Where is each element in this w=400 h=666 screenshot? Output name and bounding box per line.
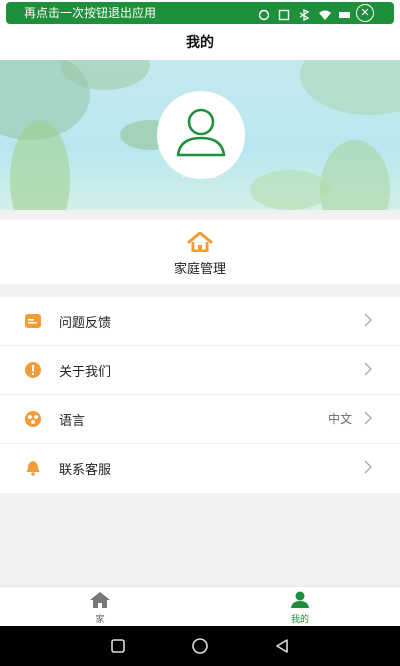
feedback-icon (25, 314, 41, 328)
nav-tab-mine-label: 我的 (290, 615, 309, 625)
alarm-icon (258, 6, 270, 21)
language-value: 中文 (327, 412, 352, 426)
profile-header: 未设置 (0, 60, 400, 210)
status-bar: 再点击一次按钮退出应用 ✕ (0, 0, 400, 30)
toast-message: 再点击一次按钮退出应用 (24, 6, 157, 20)
recents-icon[interactable] (110, 638, 126, 654)
back-icon[interactable] (274, 638, 290, 654)
menu-item-label: 问题反馈 (59, 316, 112, 331)
bottom-nav: 家 我的 (0, 586, 400, 626)
chevron-right-icon (364, 313, 372, 327)
chevron-right-icon (364, 362, 372, 376)
home-icon (90, 592, 110, 608)
battery-icon (338, 6, 350, 18)
nav-tab-mine[interactable]: 我的 (270, 591, 330, 625)
user-icon (291, 591, 309, 608)
family-management-card[interactable]: 家庭管理 (0, 220, 400, 284)
exit-toast: 再点击一次按钮退出应用 ✕ (6, 2, 394, 24)
home-icon (187, 232, 213, 252)
menu-item-feedback[interactable]: 问题反馈 (0, 297, 400, 346)
language-icon (25, 411, 41, 427)
nav-tab-home-label: 家 (95, 615, 105, 625)
page-title: 我的 (0, 30, 400, 60)
menu-item-label: 语言 (59, 414, 86, 429)
bell-icon (26, 461, 40, 476)
background-leaf (300, 60, 400, 115)
nickname-label: 未设置 (181, 166, 218, 180)
toast-close-button[interactable]: ✕ (356, 4, 374, 22)
settings-menu: 问题反馈 关于我们 语言 中文 联系客服 (0, 297, 400, 493)
user-icon (176, 108, 226, 157)
bluetooth-icon (298, 6, 310, 22)
chevron-right-icon (364, 460, 372, 474)
info-icon (25, 362, 41, 378)
menu-item-about[interactable]: 关于我们 (0, 346, 400, 395)
menu-item-language[interactable]: 语言 中文 (0, 395, 400, 444)
family-management-label: 家庭管理 (173, 262, 226, 277)
wifi-icon (318, 6, 331, 20)
menu-item-customer-service[interactable]: 联系客服 (0, 444, 400, 493)
home-button-icon[interactable] (191, 637, 209, 655)
system-nav-bar (0, 626, 400, 666)
nav-tab-home[interactable]: 家 (70, 591, 130, 625)
menu-item-label: 联系客服 (59, 463, 112, 478)
system-status-icons (258, 6, 350, 22)
chevron-right-icon (364, 411, 372, 425)
nfc-icon (278, 6, 290, 21)
menu-item-label: 关于我们 (59, 365, 112, 380)
